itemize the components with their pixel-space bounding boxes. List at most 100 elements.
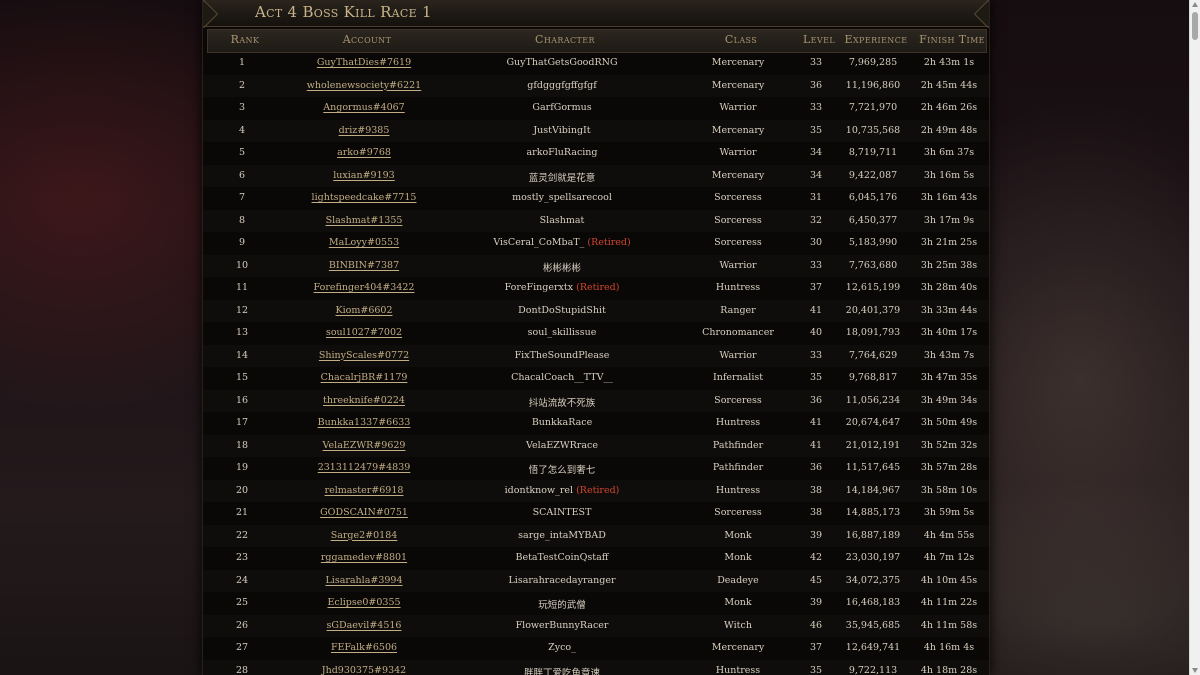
account-link[interactable]: driz#9385 bbox=[339, 125, 390, 136]
character-name: BetaTestCoinQstaff bbox=[515, 552, 609, 563]
account-link[interactable]: ChacalrjBR#1179 bbox=[321, 372, 408, 383]
table-row: 21 GODSCAIN#0751 SCAINTEST Sorceress 38 14,88… bbox=[203, 502, 989, 525]
account-link[interactable]: rggamedev#8801 bbox=[321, 552, 407, 563]
account-link[interactable]: Jhd930375#9342 bbox=[322, 665, 406, 675]
character-cell: Lisarahracedayranger bbox=[508, 575, 615, 586]
account-link[interactable]: soul1027#7002 bbox=[326, 327, 402, 338]
column-header-character[interactable]: Character bbox=[535, 33, 595, 46]
finish-time-cell: 3h 25m 38s bbox=[920, 259, 978, 271]
account-link[interactable]: GuyThatDies#7619 bbox=[317, 57, 411, 68]
column-header-rank[interactable]: Rank bbox=[231, 33, 260, 46]
rank-cell: 11 bbox=[235, 282, 249, 293]
level-cell: 36 bbox=[809, 394, 823, 406]
finish-time-cell: 3h 40m 17s bbox=[920, 327, 978, 338]
account-link[interactable]: VelaEZWR#9629 bbox=[323, 440, 406, 451]
class-cell: Huntress bbox=[715, 664, 761, 675]
experience-cell: 34,072,375 bbox=[845, 574, 901, 586]
account-link[interactable]: Lisarahla#3994 bbox=[325, 575, 402, 586]
retired-badge: (Retired) bbox=[576, 484, 620, 496]
experience-cell: 9,768,817 bbox=[848, 372, 898, 383]
experience-cell: 8,719,711 bbox=[848, 147, 898, 158]
level-cell: 31 bbox=[809, 192, 823, 203]
character-cell: Slashmat bbox=[540, 215, 585, 226]
class-cell: Warrior bbox=[719, 147, 757, 158]
character-name: 蓝灵剑就是花意 bbox=[528, 172, 596, 184]
ladder-panel: Act 4 Boss Kill Race 1 Rank Account Char… bbox=[202, 0, 990, 675]
table-row: 10 BINBIN#7387 彬彬彬彬 Warrior 33 7,763,680 3h 25… bbox=[203, 255, 989, 278]
character-name: SCAINTEST bbox=[532, 507, 592, 518]
finish-time-cell: 3h 33m 44s bbox=[920, 304, 978, 316]
level-cell: 41 bbox=[809, 439, 823, 451]
character-name: idontknow_rel bbox=[504, 484, 574, 496]
account-link[interactable]: Forefinger404#3422 bbox=[314, 282, 415, 293]
finish-time-cell: 3h 43m 7s bbox=[923, 349, 975, 361]
column-header-experience[interactable]: Experience bbox=[845, 33, 908, 46]
account-link[interactable]: Slashmat#1355 bbox=[326, 215, 403, 226]
character-name: Zyco_ bbox=[548, 642, 576, 653]
account-link[interactable]: arko#9768 bbox=[337, 147, 391, 158]
character-cell: gfdgggfgffgfgf bbox=[527, 80, 596, 91]
experience-cell: 7,764,629 bbox=[848, 349, 898, 361]
table-row: 15 ChacalrjBR#1179 ChacalCoach__TTV__ Infer… bbox=[203, 367, 989, 390]
finish-time-cell: 4h 18m 28s bbox=[920, 664, 978, 675]
account-link[interactable]: sGDaevil#4516 bbox=[327, 620, 402, 631]
character-cell: 蓝灵剑就是花意 bbox=[529, 170, 596, 184]
ladder-rows: 1 GuyThatDies#7619 GuyThatGetsGoodRNG Merce… bbox=[203, 52, 989, 675]
account-link[interactable]: Bunkka1337#6633 bbox=[318, 417, 411, 428]
character-cell: arkoFluRacing bbox=[526, 147, 597, 158]
experience-cell: 14,885,173 bbox=[845, 507, 901, 518]
scroll-up-arrow-icon[interactable] bbox=[1192, 2, 1198, 7]
account-link[interactable]: FEFalk#6506 bbox=[331, 642, 397, 653]
level-cell: 45 bbox=[809, 574, 823, 586]
account-link[interactable]: Kiom#6602 bbox=[336, 305, 393, 316]
character-cell: sarge_intaMYBAD bbox=[518, 530, 606, 541]
account-link[interactable]: relmaster#6918 bbox=[325, 485, 404, 496]
character-name: 彬彬彬彬 bbox=[542, 262, 582, 274]
account-link[interactable]: ShinyScales#0772 bbox=[319, 350, 409, 361]
account-link[interactable]: Angormus#4067 bbox=[323, 102, 404, 113]
level-cell: 35 bbox=[809, 664, 823, 675]
account-link[interactable]: BINBIN#7387 bbox=[329, 260, 399, 271]
table-row: 5 arko#9768 arkoFluRacing Warrior 34 8,719,71… bbox=[203, 142, 989, 165]
class-cell: Ranger bbox=[720, 304, 756, 316]
account-link[interactable]: GODSCAIN#0751 bbox=[320, 507, 408, 518]
scroll-down-arrow-icon[interactable] bbox=[1192, 668, 1198, 673]
experience-cell: 20,674,647 bbox=[845, 417, 901, 428]
finish-time-cell: 2h 46m 26s bbox=[920, 102, 978, 113]
table-row: 3 Angormus#4067 GarfGormus Warrior 33 7,721,9… bbox=[203, 97, 989, 120]
ladder-title: Act 4 Boss Kill Race 1 bbox=[255, 3, 432, 21]
character-cell: GarfGormus bbox=[532, 102, 591, 113]
experience-cell: 7,969,285 bbox=[848, 57, 898, 68]
character-name: GuyThatGetsGoodRNG bbox=[506, 57, 618, 68]
level-cell: 30 bbox=[809, 237, 823, 248]
column-header-class[interactable]: Class bbox=[725, 33, 757, 46]
character-name: 玩短的武僧 bbox=[538, 600, 586, 611]
class-cell: Mercenary bbox=[711, 642, 765, 653]
character-cell: 悟了怎么到奢七 bbox=[529, 462, 596, 476]
page-scrollbar[interactable] bbox=[1189, 0, 1200, 675]
character-name: BunkkaRace bbox=[531, 417, 593, 428]
account-link[interactable]: lightspeedcake#7715 bbox=[312, 192, 417, 203]
scrollbar-thumb[interactable] bbox=[1192, 12, 1198, 40]
account-link[interactable]: threeknife#0224 bbox=[323, 395, 405, 406]
rank-cell: 20 bbox=[235, 484, 249, 496]
account-link[interactable]: MaLoyy#0553 bbox=[329, 237, 399, 248]
level-cell: 35 bbox=[809, 124, 823, 136]
account-link[interactable]: Sarge2#0184 bbox=[331, 530, 398, 541]
table-row: 9 MaLoyy#0553 VisCeral_CoMbaT_ (Retired) So… bbox=[203, 232, 989, 255]
experience-cell: 11,196,860 bbox=[845, 79, 901, 91]
level-cell: 46 bbox=[809, 619, 823, 631]
column-header-account[interactable]: Account bbox=[343, 33, 392, 46]
experience-cell: 11,517,645 bbox=[845, 462, 901, 473]
experience-cell: 6,450,377 bbox=[848, 214, 898, 226]
account-link[interactable]: luxian#9193 bbox=[333, 170, 394, 181]
table-row: 14 ShinyScales#0772 FixTheSoundPlease Warri… bbox=[203, 345, 989, 368]
account-link[interactable]: wholenewsociety#6221 bbox=[307, 80, 421, 91]
character-cell: BunkkaRace bbox=[532, 417, 592, 428]
finish-time-cell: 3h 49m 34s bbox=[920, 394, 978, 406]
account-link[interactable]: 2313112479#4839 bbox=[318, 462, 411, 473]
column-header-finish-time[interactable]: Finish Time bbox=[919, 33, 985, 46]
account-link[interactable]: Eclipse0#0355 bbox=[327, 597, 400, 608]
column-header-level[interactable]: Level bbox=[803, 33, 835, 46]
rank-cell: 8 bbox=[238, 214, 246, 226]
